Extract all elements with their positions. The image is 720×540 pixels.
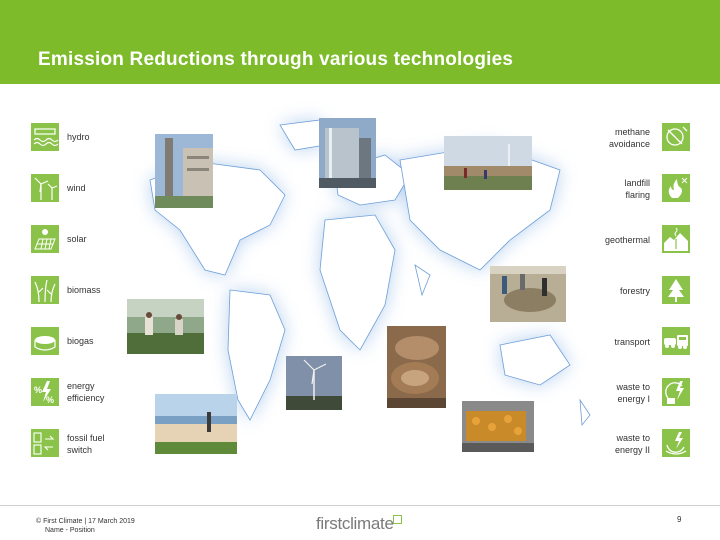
logo-mark-icon (393, 515, 402, 524)
tech-forestry: forestry (490, 276, 690, 306)
tech-label: biogas (67, 336, 94, 346)
waste-to-energy-icon (662, 378, 690, 406)
header-bar (0, 0, 720, 84)
svg-text:%: % (34, 385, 42, 395)
tech-label: fossil fuel switch (67, 433, 105, 455)
name-position-text: Name - Position (45, 527, 95, 534)
photo-wind-turbine (286, 356, 342, 410)
page-number: 9 (677, 515, 682, 524)
transport-icon (662, 327, 690, 355)
tech-methane-avoidance: methane avoidance (490, 123, 690, 153)
tech-hydro: hydro (31, 123, 231, 153)
waste-to-energy-ii-icon (662, 429, 690, 457)
photo-industrial-tank (319, 118, 376, 188)
biomass-icon (31, 276, 59, 304)
tech-biomass: biomass (31, 276, 231, 306)
copyright-text: © First Climate | 17 March 2019 (36, 518, 135, 525)
tech-transport: transport (490, 327, 690, 357)
tech-landfill-flaring: landfill flaring (490, 174, 690, 204)
footer-divider (0, 505, 720, 506)
wind-turbine-icon (31, 174, 59, 202)
methane-avoidance-icon (662, 123, 690, 151)
tech-energy-efficiency: %% energy efficiency (31, 378, 231, 408)
photo-biogas-pit (387, 326, 446, 408)
tech-label: waste to energy II (614, 433, 650, 455)
tech-label: biomass (67, 285, 101, 295)
tech-label: hydro (67, 132, 90, 142)
biogas-icon (31, 327, 59, 355)
tech-biogas: biogas (31, 327, 231, 357)
tech-solar: solar (31, 225, 231, 255)
tech-label: waste to energy I (616, 382, 650, 404)
hydro-icon (31, 123, 59, 151)
tech-waste-to-energy: waste to energy I (490, 378, 690, 408)
tech-label: energy efficiency (67, 381, 105, 403)
tech-label: methane avoidance (608, 127, 650, 149)
tech-label: transport (614, 337, 650, 347)
tech-label: landfill flaring (624, 178, 650, 200)
tech-geothermal: geothermal (490, 225, 690, 255)
svg-text:%: % (46, 395, 54, 405)
fossil-fuel-switch-icon (31, 429, 59, 457)
tech-waste-to-energy-ii: waste to energy II (490, 429, 690, 459)
forestry-icon (662, 276, 690, 304)
tech-label: solar (67, 234, 87, 244)
tech-label: geothermal (604, 235, 650, 245)
firstclimate-logo: firstclimate (316, 514, 394, 533)
geothermal-icon (662, 225, 690, 253)
tech-fossil-fuel-switch: fossil fuel switch (31, 429, 231, 459)
tech-label: forestry (619, 286, 650, 296)
landfill-flaring-icon (662, 174, 690, 202)
energy-efficiency-icon: %% (31, 378, 59, 406)
footer-copyright: © First Climate | 17 March 2019 Name - P… (36, 517, 135, 535)
slide-title: Emission Reductions through various tech… (38, 49, 514, 70)
solar-panel-icon (31, 225, 59, 253)
tech-label: wind (67, 183, 86, 193)
tech-wind: wind (31, 174, 231, 204)
